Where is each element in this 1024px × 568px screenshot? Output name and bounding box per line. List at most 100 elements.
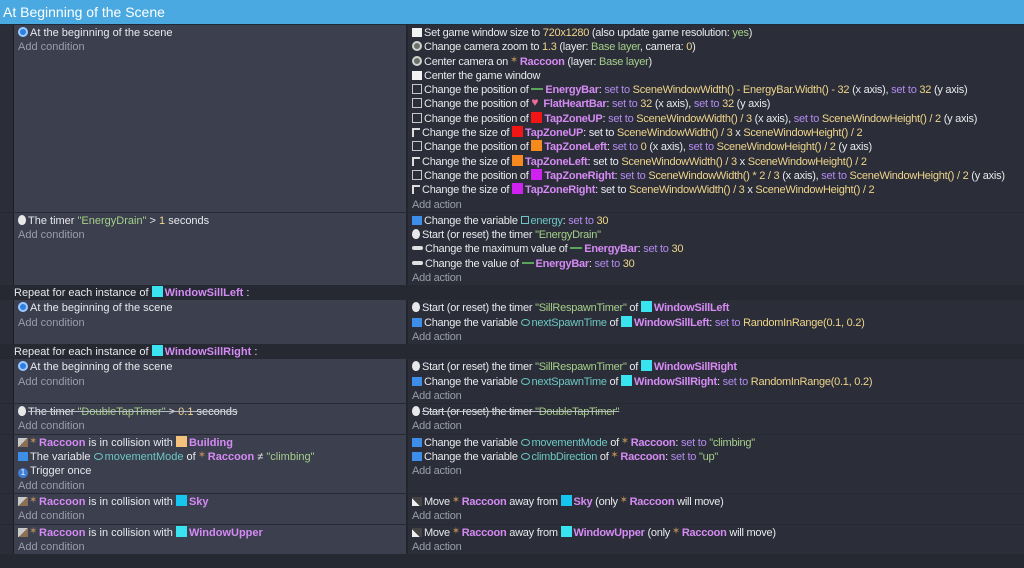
condition[interactable]: Raccoon is in collision with Sky [18, 494, 402, 509]
text: is in collision with [85, 526, 176, 539]
action[interactable]: Start (or reset) the timer "EnergyDrain" [412, 228, 1022, 242]
object-name: WindowSillRight [164, 346, 252, 359]
action[interactable]: Change camera zoom to 1.3 (layer: Base l… [412, 40, 1022, 54]
action[interactable]: Change the position of EnergyBar: set to… [412, 83, 1022, 97]
timer-icon [18, 406, 26, 417]
expression: SceneWindowWidth() - EnergyBar.Width() -… [632, 84, 850, 97]
action[interactable]: Change the position of TapZoneRight: set… [412, 168, 1022, 183]
expression: SceneWindowHeight() / 2 [716, 141, 836, 154]
object-name: Raccoon [620, 451, 666, 464]
event-block: The timer "EnergyDrain" > 1 seconds Add c… [0, 212, 1024, 286]
event-drag-handle[interactable] [0, 300, 14, 345]
string-value: Base layer [599, 55, 649, 68]
text: of [597, 451, 612, 464]
action[interactable]: Change the size of TapZoneRight: set to … [412, 183, 1022, 197]
condition[interactable]: At the beginning of the scene [18, 301, 402, 315]
action[interactable]: Change the value of EnergyBar: set to 30 [412, 257, 1022, 271]
object-name: Raccoon [207, 451, 255, 464]
expression: 32 [919, 84, 932, 97]
add-condition-link[interactable]: Add condition [18, 375, 402, 389]
action[interactable]: Center camera on Raccoon (layer: Base la… [412, 54, 1022, 69]
action[interactable]: Change the position of TapZoneUP: set to… [412, 111, 1022, 126]
add-condition-link[interactable]: Add condition [18, 540, 402, 554]
event-drag-handle[interactable] [0, 25, 14, 212]
event-block: The timer "DoubleTapTimer" > 0.1 seconds… [0, 404, 1024, 434]
event-drag-handle[interactable] [0, 434, 14, 493]
add-condition-link[interactable]: Add condition [18, 40, 402, 54]
action[interactable]: Change the position of FlatHeartBar: set… [412, 95, 1022, 111]
operator: set to [604, 84, 630, 97]
condition[interactable]: Trigger once [18, 464, 402, 479]
add-condition-link[interactable]: Add condition [18, 228, 402, 242]
sky-icon [175, 494, 187, 506]
operator: set to [793, 112, 820, 125]
string-value: "EnergyDrain" [77, 214, 147, 227]
expression: SceneWindowWidth() / 3 [629, 184, 745, 197]
event-drag-handle[interactable] [0, 212, 14, 286]
add-action-link[interactable]: Add action [412, 509, 1022, 523]
event-drag-handle[interactable] [0, 524, 14, 555]
add-condition-link[interactable]: Add condition [18, 316, 402, 330]
add-action-link[interactable]: Add action [412, 330, 1022, 344]
event-row: At the beginning of the scene Add conditi… [0, 25, 1024, 212]
action[interactable]: Start (or reset) the timer "SillRespawnT… [412, 301, 1022, 315]
action[interactable]: Start (or reset) the timer "DoubleTapTim… [412, 405, 1022, 419]
action[interactable]: Center the game window [412, 69, 1022, 83]
condition[interactable]: Raccoon is in collision with Building [18, 435, 402, 450]
action[interactable]: Change the variable energy: set to 30 [412, 214, 1022, 228]
repeat-for-each-header[interactable]: Repeat for each instance of WindowSillLe… [0, 286, 1024, 301]
object-name: TapZoneLeft [525, 155, 588, 168]
text: Start (or reset) the timer [422, 302, 536, 315]
event-drag-handle[interactable] [0, 493, 14, 524]
action[interactable]: Start (or reset) the timer "SillRespawnT… [412, 360, 1022, 374]
condition[interactable]: The timer "DoubleTapTimer" > 0.1 seconds [18, 405, 402, 419]
add-condition-link[interactable]: Add condition [18, 419, 402, 433]
action[interactable]: Change the position of TapZoneLeft: set … [412, 140, 1022, 154]
conditions-column: The timer "DoubleTapTimer" > 0.1 seconds… [14, 404, 408, 434]
action[interactable]: Change the variable movementMode of Racc… [412, 435, 1022, 450]
action[interactable]: Move Raccoon away from Sky (only Raccoon… [412, 494, 1022, 509]
condition[interactable]: At the beginning of the scene [18, 360, 402, 374]
condition[interactable]: At the beginning of the scene [18, 26, 402, 40]
action[interactable]: Move Raccoon away from WindowUpper (only… [412, 525, 1022, 540]
add-action-link[interactable]: Add action [412, 271, 1022, 285]
action[interactable]: Change the variable nextSpawnTime of Win… [412, 374, 1022, 389]
object-name: Raccoon [39, 436, 86, 449]
condition[interactable]: The variable movementMode of Raccoon ≠ "… [18, 449, 402, 464]
object-name: Building [188, 436, 233, 449]
object-name: TapZoneUP [544, 112, 603, 125]
add-condition-link[interactable]: Add condition [18, 479, 402, 493]
add-action-link[interactable]: Add action [412, 389, 1022, 403]
action[interactable]: Change the size of TapZoneUP: set to Sce… [412, 126, 1022, 140]
cyan-icon [621, 374, 633, 386]
cyan-icon [151, 345, 163, 357]
operator: set to [620, 169, 646, 182]
add-condition-link[interactable]: Add condition [18, 509, 402, 523]
variable-name: energy [530, 214, 563, 227]
action[interactable]: Change the variable climbDirection of Ra… [412, 449, 1022, 464]
action[interactable]: Change the variable nextSpawnTime of Win… [412, 315, 1022, 330]
text: Change the variable [424, 316, 521, 329]
text: Center camera on [424, 55, 511, 68]
add-action-link[interactable]: Add action [412, 540, 1022, 554]
condition[interactable]: Raccoon is in collision with WindowUpper [18, 525, 402, 540]
text: Start (or reset) the timer [422, 406, 536, 419]
position-icon [412, 98, 422, 109]
text: Change the size of [422, 155, 513, 168]
add-action-link[interactable]: Add action [412, 198, 1022, 212]
collision-icon [18, 496, 28, 506]
text: will move) [674, 495, 724, 508]
action[interactable]: Set game window size to 720x1280 (also u… [412, 26, 1022, 40]
event-drag-handle[interactable] [0, 359, 14, 404]
action[interactable]: Change the size of TapZoneLeft: set to S… [412, 154, 1022, 169]
event-drag-handle[interactable] [0, 404, 14, 434]
add-action-link[interactable]: Add action [412, 419, 1022, 433]
text: (y axis) [835, 141, 872, 154]
text: Repeat for each instance of [14, 346, 152, 359]
operator: set to [608, 112, 634, 125]
action[interactable]: Change the maximum value of EnergyBar: s… [412, 242, 1022, 256]
condition[interactable]: The timer "EnergyDrain" > 1 seconds [18, 214, 402, 228]
repeat-for-each-header[interactable]: Repeat for each instance of WindowSillRi… [0, 345, 1024, 360]
add-action-link[interactable]: Add action [412, 464, 1022, 478]
expression: SceneWindowHeight() / 2 [755, 184, 875, 197]
